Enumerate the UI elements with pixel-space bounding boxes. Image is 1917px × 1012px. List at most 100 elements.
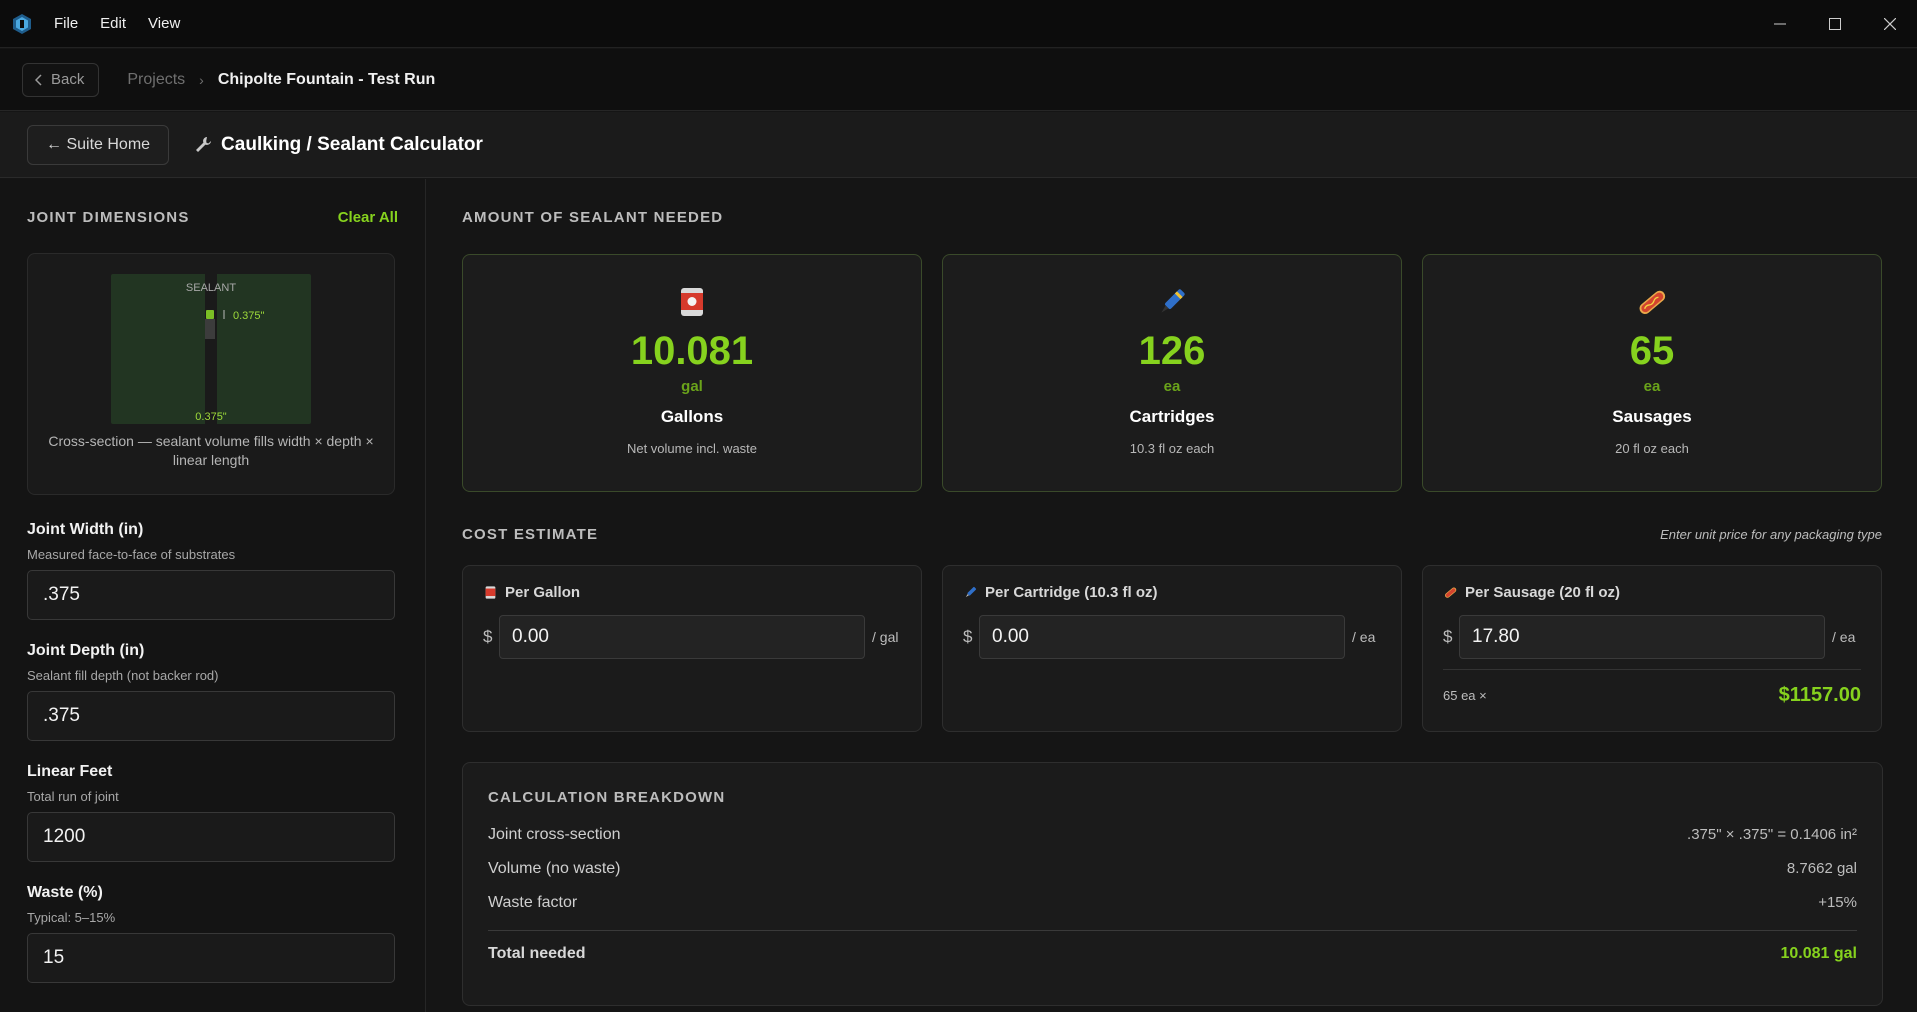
currency-symbol: $ <box>963 627 973 646</box>
cost-hint: Enter unit price for any packaging type <box>1660 527 1882 542</box>
clear-all-button[interactable]: Clear All <box>338 209 398 226</box>
gallons-label: Gallons <box>660 407 724 426</box>
joint-diagram-svg: SEALANT 0.375" 0.375" <box>186 274 265 424</box>
breadcrumb-current: Chipolte Fountain - Test Run <box>217 70 436 88</box>
linear-feet-input[interactable] <box>27 812 395 862</box>
joint-width-label: Joint Width (in) <box>27 521 144 538</box>
backer-rod <box>205 319 215 339</box>
sausage-icon <box>1445 587 1457 598</box>
breakdown-title: CALCULATION BREAKDOWN <box>488 789 726 806</box>
width-label: 0.375" <box>195 411 227 423</box>
calculator-title: Caulking / Sealant Calculator <box>221 133 483 155</box>
can-icon <box>485 586 496 599</box>
cartridges-card: 126 ea Cartridges 10.3 fl oz each <box>942 254 1402 492</box>
joint-depth-input[interactable] <box>27 691 395 741</box>
maximize-icon <box>1828 18 1841 30</box>
gallons-note: Net volume incl. waste <box>626 441 758 456</box>
diagram-substrate: SEALANT 0.375" 0.375" <box>111 274 311 424</box>
per-sausage-label: Per Sausage (20 fl oz) <box>1465 584 1621 601</box>
per-sausage-title: Per Sausage (20 fl oz) <box>1443 584 1861 601</box>
waste-input[interactable] <box>27 933 395 983</box>
per-sausage-card: Per Sausage (20 fl oz) $ / ea 65 ea × $1… <box>1422 565 1882 732</box>
suite-home-button[interactable]: ← Suite Home <box>27 124 170 165</box>
page-title: Caulking / Sealant Calculator <box>193 134 483 156</box>
breadcrumb: Back Projects › Chipolte Fountain - Test… <box>0 49 1917 111</box>
sausages-label: Sausages <box>1612 407 1692 426</box>
sausages-card: 65 ea Sausages 20 fl oz each <box>1422 254 1882 492</box>
calculation-breakdown: CALCULATION BREAKDOWN Joint cross-sectio… <box>462 762 1883 1006</box>
cost-cards: Per Gallon $ / gal Per Cartridge (10.3 f… <box>462 565 1882 732</box>
gallons-unit: gal <box>681 378 703 395</box>
joint-dimensions-title: JOINT DIMENSIONS <box>27 209 190 226</box>
gallons-value: 10.081 <box>630 329 754 373</box>
sausage-cost-total-row: 65 ea × $1157.00 <box>1443 669 1861 707</box>
close-button[interactable] <box>1862 0 1917 48</box>
sausages-note: 20 fl oz each <box>1615 441 1689 456</box>
wrench-icon <box>196 136 212 152</box>
back-button[interactable]: Back <box>22 62 100 97</box>
breakdown-row-value: .375" × .375" = 0.1406 in² <box>1687 826 1857 843</box>
breakdown-total-row: Total needed 10.081 gal <box>488 930 1857 963</box>
per-sausage-input[interactable] <box>1459 615 1825 659</box>
cartridges-note: 10.3 fl oz each <box>1129 441 1215 456</box>
breadcrumb-projects[interactable]: Projects <box>127 71 185 89</box>
sausage-cost-total: $1157.00 <box>1778 684 1861 706</box>
can-icon <box>681 288 703 316</box>
sealant-label: SEALANT <box>186 282 236 294</box>
menu-file[interactable]: File <box>54 15 78 32</box>
maximize-button[interactable] <box>1807 0 1862 48</box>
per-cartridge-card: Per Cartridge (10.3 fl oz) $ / ea <box>942 565 1402 732</box>
depth-label: 0.375" <box>233 310 265 322</box>
minimize-button[interactable] <box>1752 0 1807 48</box>
cost-estimate-header: COST ESTIMATE Enter unit price for any p… <box>462 526 1882 543</box>
app-logo-icon <box>10 12 34 36</box>
linear-feet-field: Linear Feet Total run of joint <box>27 763 398 862</box>
gallons-card: 10.081 gal Gallons Net volume incl. wast… <box>462 254 922 492</box>
caulk-gun-icon <box>965 586 977 598</box>
per-gallon-card: Per Gallon $ / gal <box>462 565 922 732</box>
chevron-left-icon <box>35 73 42 86</box>
sausages-value: 65 <box>1629 329 1675 373</box>
sealant-bead <box>206 310 214 319</box>
waste-field: Waste (%) Typical: 5–15% <box>27 884 398 983</box>
joint-gap <box>205 274 217 424</box>
breakdown-row-label: Volume (no waste) <box>488 860 621 877</box>
menu-edit[interactable]: Edit <box>100 15 126 32</box>
caulk-gun-icon <box>1161 289 1185 313</box>
breakdown-row-value: 8.7662 gal <box>1786 860 1857 877</box>
waste-help: Typical: 5–15% <box>27 910 116 925</box>
joint-width-input[interactable] <box>27 570 395 620</box>
currency-symbol: $ <box>483 627 493 646</box>
breakdown-total-value: 10.081 gal <box>1780 945 1858 962</box>
title-bar: File Edit View <box>0 0 1917 48</box>
cross-section-diagram: SEALANT 0.375" 0.375" Cross-section — se… <box>27 253 395 495</box>
joint-width-help: Measured face-to-face of substrates <box>27 547 236 562</box>
per-sausage-unit: / ea <box>1832 629 1856 645</box>
per-gallon-label: Per Gallon <box>505 584 581 601</box>
joint-width-field: Joint Width (in) Measured face-to-face o… <box>27 521 398 620</box>
per-gallon-title: Per Gallon <box>483 584 901 601</box>
results-area: AMOUNT OF SEALANT NEEDED 10.081 gal Gall… <box>462 179 1883 1006</box>
breakdown-row-label: Waste factor <box>488 894 578 911</box>
breakdown-row: Volume (no waste) 8.7662 gal <box>488 860 1857 878</box>
sausage-icon <box>1639 290 1666 314</box>
calculator-header: ← Suite Home Caulking / Sealant Calculat… <box>0 112 1917 178</box>
per-cartridge-title: Per Cartridge (10.3 fl oz) <box>963 584 1381 601</box>
close-icon <box>1883 18 1896 30</box>
joint-depth-field: Joint Depth (in) Sealant fill depth (not… <box>27 642 398 741</box>
currency-symbol: $ <box>1443 627 1453 646</box>
diagram-caption: Cross-section — sealant volume fills wid… <box>48 433 374 468</box>
joint-dimensions-panel: JOINT DIMENSIONS Clear All SEALANT 0.375… <box>0 179 426 1012</box>
waste-label: Waste (%) <box>27 884 103 901</box>
menu-view[interactable]: View <box>148 15 180 32</box>
per-cartridge-input[interactable] <box>979 615 1345 659</box>
breakdown-row-label: Joint cross-section <box>488 826 621 843</box>
per-gallon-input[interactable] <box>499 615 865 659</box>
per-cartridge-unit: / ea <box>1352 629 1376 645</box>
joint-depth-label: Joint Depth (in) <box>27 642 145 659</box>
chevron-right-icon: › <box>199 71 204 88</box>
result-cards: 10.081 gal Gallons Net volume incl. wast… <box>462 254 1882 492</box>
breakdown-row: Joint cross-section .375" × .375" = 0.14… <box>488 826 1857 844</box>
per-cartridge-label: Per Cartridge (10.3 fl oz) <box>985 584 1158 601</box>
breakdown-row-value: +15% <box>1818 894 1857 911</box>
